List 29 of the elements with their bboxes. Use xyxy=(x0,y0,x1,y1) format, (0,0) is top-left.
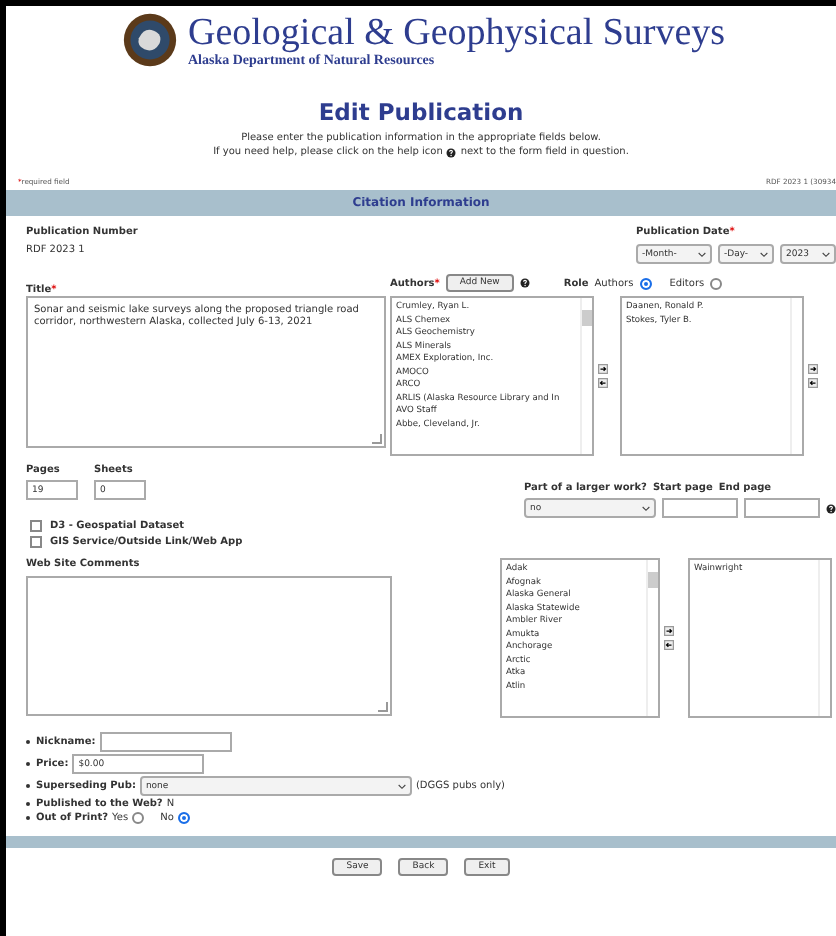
chevron-down-icon xyxy=(760,251,768,257)
add-arrow-icon[interactable] xyxy=(664,626,674,636)
help-icon[interactable] xyxy=(446,147,457,157)
end-page-field[interactable] xyxy=(744,498,820,518)
start-page-field[interactable] xyxy=(662,498,738,518)
radio-button[interactable] xyxy=(132,812,145,824)
checkbox[interactable] xyxy=(30,520,42,532)
help-icon[interactable] xyxy=(519,278,530,288)
add-arrow-icon[interactable] xyxy=(808,364,818,374)
help-icon[interactable] xyxy=(826,503,836,513)
radio-button[interactable] xyxy=(710,277,723,289)
site-title: Geological & Geophysical Surveys xyxy=(188,13,726,51)
remove-arrow-icon[interactable] xyxy=(664,640,674,650)
remove-arrow-icon[interactable] xyxy=(598,378,608,388)
page-title: Edit Publication xyxy=(316,98,526,126)
scrollbar[interactable] xyxy=(646,560,658,716)
chevron-down-icon xyxy=(698,251,706,257)
scrollbar[interactable] xyxy=(580,298,592,454)
chevron-down-icon xyxy=(397,783,406,789)
add-arrow-icon[interactable] xyxy=(598,364,608,374)
text-field[interactable] xyxy=(99,732,232,752)
radio-button[interactable] xyxy=(177,812,190,824)
chevron-down-icon xyxy=(642,505,650,511)
comments-textarea[interactable] xyxy=(26,576,392,716)
seal-logo-icon xyxy=(122,12,178,68)
remove-arrow-icon[interactable] xyxy=(808,378,818,388)
radio-button[interactable] xyxy=(639,277,652,289)
chevron-down-icon xyxy=(822,251,830,257)
checkbox[interactable] xyxy=(30,536,42,548)
